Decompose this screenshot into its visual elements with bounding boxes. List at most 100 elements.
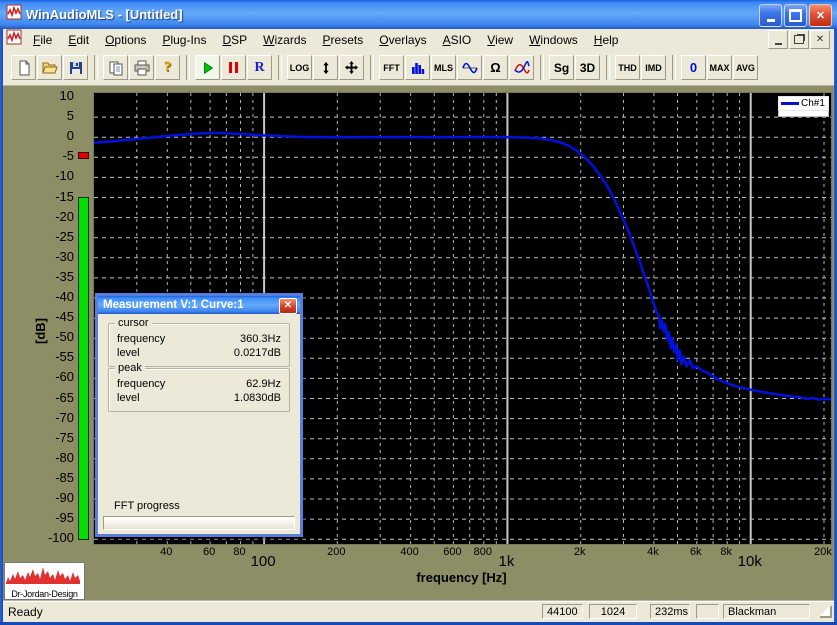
y-tick-label: -40 xyxy=(30,289,74,304)
menu-file[interactable]: File xyxy=(25,31,60,49)
status-bar: Ready 44100 1024 232ms Blackman xyxy=(0,600,837,622)
fft-progress-label: FFT progress xyxy=(114,500,180,512)
cursor-level-value: 0.0217dB xyxy=(234,347,281,360)
y-axis-title: [dB] xyxy=(33,318,48,344)
spectrum-button[interactable] xyxy=(405,55,430,80)
y-tick-label: -70 xyxy=(30,410,74,425)
minimize-button[interactable] xyxy=(759,4,782,27)
pan-button[interactable] xyxy=(339,55,364,80)
maximize-button[interactable] xyxy=(784,4,807,27)
max-button[interactable]: MAX xyxy=(707,55,732,80)
sine-wave-button[interactable] xyxy=(457,55,482,80)
log-scale-button[interactable]: LOG xyxy=(287,55,312,80)
imd-button[interactable]: IMD xyxy=(641,55,666,80)
y-tick-label: 10 xyxy=(30,88,74,103)
peak-frequency-label: frequency xyxy=(117,378,165,391)
x-tick-label: 60 xyxy=(194,546,224,558)
zero-button[interactable]: 0 xyxy=(681,55,706,80)
fft-button[interactable]: FFT xyxy=(379,55,404,80)
x-tick-label: 6k xyxy=(681,546,711,558)
menu-overlays[interactable]: Overlays xyxy=(371,31,434,49)
toolbar-separator xyxy=(370,55,374,80)
menu-dsp[interactable]: DSP xyxy=(214,31,255,49)
mdi-restore-button[interactable] xyxy=(789,30,809,49)
toolbar-separator xyxy=(606,55,610,80)
menu-help[interactable]: Help xyxy=(586,31,627,49)
y-tick-label: -20 xyxy=(30,209,74,224)
resize-grip[interactable] xyxy=(820,606,832,618)
menu-options[interactable]: Options xyxy=(97,31,154,49)
y-tick-label: -5 xyxy=(30,148,74,163)
avg-button[interactable]: AVG xyxy=(733,55,758,80)
window-title: WinAudioMLS - [Untitled] xyxy=(26,7,183,22)
level-meter-peak-marker xyxy=(78,152,89,159)
thd-button[interactable]: THD xyxy=(615,55,640,80)
y-tick-label: -100 xyxy=(30,530,74,545)
status-ready-text: Ready xyxy=(8,605,43,619)
play-button[interactable] xyxy=(195,55,220,80)
y-tick-label: -65 xyxy=(30,390,74,405)
status-empty-panel xyxy=(696,604,719,619)
mdi-minimize-button[interactable] xyxy=(768,30,788,49)
x-tick-label: 200 xyxy=(321,546,351,558)
y-tick-label: -55 xyxy=(30,349,74,364)
copy-button[interactable] xyxy=(103,55,128,80)
vertical-zoom-button[interactable] xyxy=(313,55,338,80)
cursor-frequency-value: 360.3Hz xyxy=(240,333,281,346)
level-meter xyxy=(78,197,89,541)
toolbar-separator xyxy=(672,55,676,80)
print-button[interactable] xyxy=(129,55,154,80)
open-button[interactable] xyxy=(37,55,62,80)
x-tick-label: 20k xyxy=(808,546,837,558)
menu-wizards[interactable]: Wizards xyxy=(255,31,314,49)
cursor-frequency-label: frequency xyxy=(117,333,165,346)
fft-progress-bar xyxy=(103,516,295,530)
menu-asio[interactable]: ASIO xyxy=(435,31,480,49)
y-tick-label: 0 xyxy=(30,128,74,143)
dialog-body: cursor frequency 360.3Hz level 0.0217dB … xyxy=(98,314,300,534)
toolbar-separator xyxy=(186,55,190,80)
menu-items: FileEditOptionsPlug-InsDSPWizardsPresets… xyxy=(25,31,626,49)
impedance-button[interactable]: Ω xyxy=(483,55,508,80)
menu-plug-ins[interactable]: Plug-Ins xyxy=(154,31,214,49)
cursor-level-label: level xyxy=(117,347,140,360)
x-tick-label: 40 xyxy=(151,546,181,558)
x-tick-label: 600 xyxy=(437,546,467,558)
toolbar-separator xyxy=(540,55,544,80)
menu-presets[interactable]: Presets xyxy=(315,31,372,49)
x-major-tick-label: 1k xyxy=(488,553,524,570)
peak-frequency-value: 62.9Hz xyxy=(246,378,281,391)
menu-windows[interactable]: Windows xyxy=(521,31,586,49)
legend: Ch#1 xyxy=(778,96,829,117)
sg-button[interactable]: Sg xyxy=(549,55,574,80)
y-tick-label: -30 xyxy=(30,249,74,264)
window-border-left xyxy=(0,29,3,622)
workspace: 1050-5-10-15-20-25-30-35-40-45-50-55-60-… xyxy=(0,86,837,600)
menu-edit[interactable]: Edit xyxy=(60,31,97,49)
title-bar: WinAudioMLS - [Untitled] ✕ xyxy=(0,0,837,29)
new-button[interactable] xyxy=(11,55,36,80)
save-button[interactable] xyxy=(63,55,88,80)
y-tick-label: -60 xyxy=(30,369,74,384)
app-icon xyxy=(6,4,22,25)
y-tick-label: -35 xyxy=(30,269,74,284)
close-button[interactable]: ✕ xyxy=(809,4,832,27)
x-major-tick-label: 10k xyxy=(732,553,768,570)
overlay-curves-button[interactable] xyxy=(509,55,534,80)
menu-view[interactable]: View xyxy=(479,31,521,49)
y-tick-label: 5 xyxy=(30,108,74,123)
pause-button[interactable] xyxy=(221,55,246,80)
record-button[interactable]: R xyxy=(247,55,272,80)
dialog-close-button[interactable]: ✕ xyxy=(279,298,297,314)
mls-button[interactable]: MLS xyxy=(431,55,456,80)
y-tick-label: -75 xyxy=(30,430,74,445)
3d-button[interactable]: 3D xyxy=(575,55,600,80)
measurement-dialog[interactable]: Measurement V:1 Curve:1 ✕ cursor frequen… xyxy=(95,293,303,537)
menu-bar: FileEditOptionsPlug-InsDSPWizardsPresets… xyxy=(3,29,834,51)
help-button[interactable]: ? xyxy=(155,55,180,80)
mdi-close-button[interactable]: ✕ xyxy=(810,30,830,49)
status-time: 232ms xyxy=(650,604,690,619)
x-tick-label: 400 xyxy=(395,546,425,558)
status-fft-size: 1024 xyxy=(589,604,637,619)
dialog-title-bar[interactable]: Measurement V:1 Curve:1 xyxy=(98,296,300,314)
